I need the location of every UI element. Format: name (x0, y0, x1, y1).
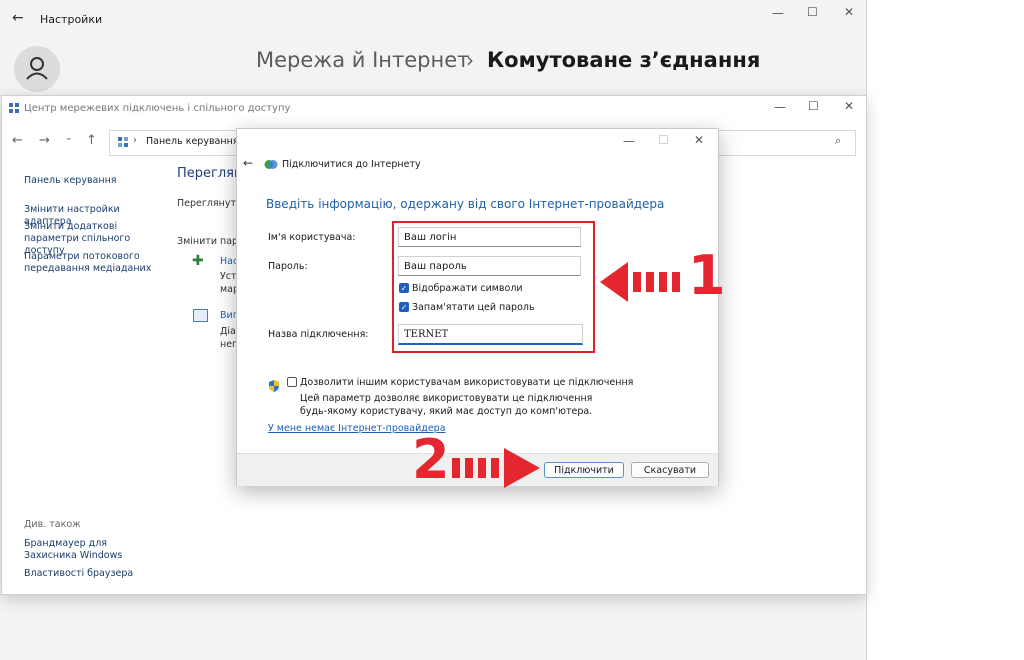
connect-button[interactable]: Підключити (544, 462, 624, 478)
close-icon[interactable]: ✕ (844, 5, 854, 19)
window-title: Центр мережевих підключень і спільного д… (24, 103, 291, 114)
uac-shield-icon (269, 380, 279, 392)
password-label: Пароль: (268, 261, 308, 272)
user-icon (26, 57, 48, 80)
maximize-icon[interactable]: ☐ (807, 5, 818, 19)
search-icon[interactable]: ⌕ (835, 134, 841, 148)
change-settings-label: Змінити пара (177, 236, 244, 247)
connection-name-label: Назва підключення: (268, 329, 369, 340)
settings-title: Настройки (40, 13, 103, 26)
close-icon[interactable]: ✕ (844, 99, 854, 113)
highlight-box (392, 221, 595, 353)
address-chevron: › (133, 135, 137, 146)
sidebar-home[interactable]: Панель керування (24, 175, 117, 187)
back-icon[interactable]: ← (12, 133, 23, 148)
annotation-marker-2: 2 (412, 428, 450, 491)
breadcrumb-separator: › (466, 48, 474, 72)
breadcrumb-parent[interactable]: Мережа й Інтернет (256, 48, 469, 72)
network-center-icon (9, 103, 19, 113)
avatar[interactable] (14, 46, 60, 92)
new-connection-icon: ✚ (192, 253, 204, 269)
back-arrow-icon[interactable]: ← (12, 10, 24, 26)
cancel-button[interactable]: Скасувати (631, 462, 709, 478)
chevron-down-icon[interactable]: ⌄ (65, 133, 73, 143)
forward-icon[interactable]: → (39, 133, 50, 148)
see-also-label: Див. також (24, 519, 81, 530)
maximize-icon: ☐ (658, 133, 669, 147)
address-text[interactable]: Панель керування (146, 136, 239, 147)
arrow-left-icon (600, 262, 680, 302)
maximize-icon[interactable]: ☐ (808, 99, 819, 113)
minimize-icon[interactable]: — (623, 134, 635, 148)
sidebar-item-browser-props[interactable]: Властивості браузера (24, 568, 133, 580)
annotation-marker-1: 1 (688, 244, 726, 307)
allow-others-label[interactable]: Дозволити іншим користувачам використову… (300, 377, 633, 388)
dialog-title: Підключитися до Інтернету (282, 159, 421, 170)
minimize-icon[interactable]: — (774, 100, 786, 114)
internet-connection-icon (264, 160, 278, 169)
close-icon[interactable]: ✕ (694, 133, 704, 147)
minimize-icon[interactable]: — (772, 6, 784, 20)
dialog-heading: Введіть інформацію, одержану від свого І… (266, 197, 665, 211)
main-subheading: Переглянути (177, 198, 243, 209)
sidebar-item-streaming[interactable]: Параметри потокового передавання медіада… (24, 251, 154, 275)
sidebar-item-firewall[interactable]: Брандмауер для Захисника Windows (24, 538, 154, 562)
allow-others-note: Цей параметр дозволяє використовувати це… (300, 393, 593, 417)
arrow-right-icon (452, 448, 540, 488)
up-icon[interactable]: ↑ (86, 133, 97, 148)
back-arrow-icon[interactable]: ← (243, 156, 253, 170)
control-panel-icon (118, 137, 128, 147)
troubleshoot-icon (193, 309, 208, 322)
username-label: Ім'я користувача: (268, 232, 356, 243)
page-title: Комутоване з’єднання (487, 48, 761, 72)
allow-others-checkbox[interactable] (287, 377, 297, 387)
